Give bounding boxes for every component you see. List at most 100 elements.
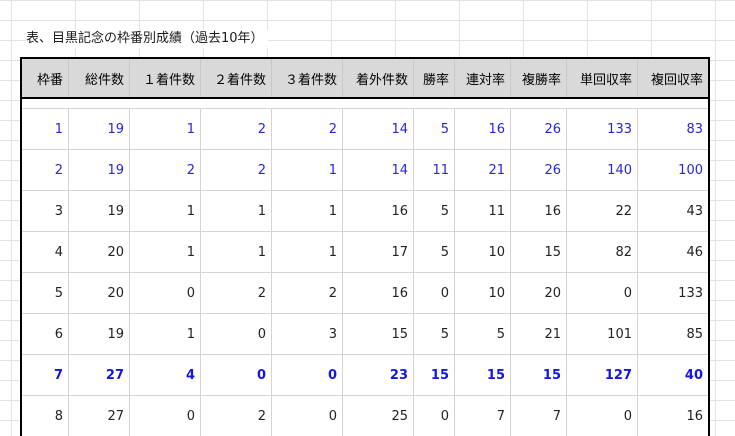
- table-cell[interactable]: 26: [510, 149, 567, 191]
- table-cell[interactable]: 0: [271, 395, 343, 436]
- table-cell[interactable]: 4: [129, 354, 201, 396]
- table-cell[interactable]: 3: [271, 313, 343, 355]
- table-cell[interactable]: 3: [21, 190, 69, 232]
- table-cell[interactable]: 14: [342, 149, 414, 191]
- table-cell[interactable]: 100: [637, 149, 709, 191]
- table-cell[interactable]: 1: [21, 108, 69, 150]
- table-cell[interactable]: 2: [200, 272, 272, 314]
- table-cell[interactable]: 0: [129, 272, 201, 314]
- table-cell[interactable]: 1: [129, 313, 201, 355]
- table-cell[interactable]: 1: [129, 108, 201, 150]
- table-cell[interactable]: 7: [510, 395, 567, 436]
- header-cell[interactable]: 枠番: [21, 58, 69, 99]
- table-cell[interactable]: 16: [342, 272, 414, 314]
- table-cell[interactable]: 6: [21, 313, 69, 355]
- header-cell[interactable]: 勝率: [413, 58, 455, 99]
- table-cell[interactable]: 46: [637, 231, 709, 273]
- table-cell[interactable]: 0: [566, 272, 638, 314]
- table-cell[interactable]: 19: [68, 108, 130, 150]
- table-cell[interactable]: 2: [271, 272, 343, 314]
- table-cell[interactable]: 19: [68, 313, 130, 355]
- table-cell[interactable]: 5: [21, 272, 69, 314]
- table-cell[interactable]: 7: [454, 395, 511, 436]
- table-cell[interactable]: 19: [68, 149, 130, 191]
- table-cell[interactable]: 16: [342, 190, 414, 232]
- table-cell[interactable]: 0: [566, 395, 638, 436]
- table-cell[interactable]: 22: [566, 190, 638, 232]
- table-cell[interactable]: 5: [413, 231, 455, 273]
- table-cell[interactable]: 2: [271, 108, 343, 150]
- table-cell[interactable]: 0: [129, 395, 201, 436]
- spreadsheet-grid[interactable]: 表、目黒記念の枠番別成績（過去10年） 枠番 総件数 １着件数 ２着件数 ３着件…: [0, 0, 735, 436]
- table-cell[interactable]: 101: [566, 313, 638, 355]
- table-cell[interactable]: 23: [342, 354, 414, 396]
- table-cell[interactable]: 1: [200, 190, 272, 232]
- table-cell[interactable]: 1: [200, 231, 272, 273]
- table-cell[interactable]: 1: [271, 149, 343, 191]
- table-cell[interactable]: 4: [21, 231, 69, 273]
- table-cell[interactable]: 0: [271, 354, 343, 396]
- table-cell[interactable]: 1: [129, 231, 201, 273]
- table-cell[interactable]: 5: [413, 108, 455, 150]
- table-cell[interactable]: 7: [21, 354, 69, 396]
- header-cell[interactable]: １着件数: [129, 58, 201, 99]
- table-cell[interactable]: 14: [342, 108, 414, 150]
- table-cell[interactable]: 17: [342, 231, 414, 273]
- table-cell[interactable]: 20: [510, 272, 567, 314]
- table-cell[interactable]: 16: [637, 395, 709, 436]
- table-cell[interactable]: 82: [566, 231, 638, 273]
- table-cell[interactable]: 0: [200, 354, 272, 396]
- table-cell[interactable]: 16: [510, 190, 567, 232]
- table-cell[interactable]: 11: [454, 190, 511, 232]
- table-cell[interactable]: 5: [413, 190, 455, 232]
- table-cell[interactable]: 0: [413, 272, 455, 314]
- table-cell[interactable]: 2: [129, 149, 201, 191]
- header-cell[interactable]: 着外件数: [342, 58, 414, 99]
- table-cell[interactable]: 2: [200, 149, 272, 191]
- table-cell[interactable]: 2: [21, 149, 69, 191]
- table-cell[interactable]: 5: [413, 313, 455, 355]
- table-cell[interactable]: 16: [454, 108, 511, 150]
- header-cell[interactable]: 連対率: [454, 58, 511, 99]
- table-cell[interactable]: 2: [200, 395, 272, 436]
- table-cell[interactable]: 0: [200, 313, 272, 355]
- table-cell[interactable]: 15: [454, 354, 511, 396]
- table-cell[interactable]: 1: [271, 190, 343, 232]
- table-cell[interactable]: 1: [129, 190, 201, 232]
- table-cell[interactable]: 20: [68, 272, 130, 314]
- table-cell[interactable]: 133: [566, 108, 638, 150]
- header-cell[interactable]: ３着件数: [271, 58, 343, 99]
- table-cell[interactable]: 15: [510, 354, 567, 396]
- table-cell[interactable]: 140: [566, 149, 638, 191]
- table-cell[interactable]: 43: [637, 190, 709, 232]
- table-cell[interactable]: 10: [454, 272, 511, 314]
- table-cell[interactable]: 15: [342, 313, 414, 355]
- table-cell[interactable]: 0: [413, 395, 455, 436]
- table-cell[interactable]: 2: [200, 108, 272, 150]
- table-cell[interactable]: 15: [510, 231, 567, 273]
- table-cell[interactable]: 85: [637, 313, 709, 355]
- table-cell[interactable]: 1: [271, 231, 343, 273]
- table-cell[interactable]: 27: [68, 354, 130, 396]
- table-cell[interactable]: 19: [68, 190, 130, 232]
- table-cell[interactable]: 10: [454, 231, 511, 273]
- table-cell[interactable]: 21: [454, 149, 511, 191]
- table-cell[interactable]: 8: [21, 395, 69, 436]
- table-cell[interactable]: 27: [68, 395, 130, 436]
- table-cell[interactable]: 11: [413, 149, 455, 191]
- table-cell[interactable]: 20: [68, 231, 130, 273]
- table-cell[interactable]: 26: [510, 108, 567, 150]
- header-cell[interactable]: 複回収率: [637, 58, 709, 99]
- table-cell[interactable]: 5: [454, 313, 511, 355]
- header-cell[interactable]: 単回収率: [566, 58, 638, 99]
- table-cell[interactable]: 21: [510, 313, 567, 355]
- table-cell[interactable]: 25: [342, 395, 414, 436]
- header-cell[interactable]: 総件数: [68, 58, 130, 99]
- header-cell[interactable]: ２着件数: [200, 58, 272, 99]
- table-cell[interactable]: 127: [566, 354, 638, 396]
- table-cell[interactable]: 15: [413, 354, 455, 396]
- table-cell[interactable]: 40: [637, 354, 709, 396]
- table-cell[interactable]: 83: [637, 108, 709, 150]
- table-cell[interactable]: 133: [637, 272, 709, 314]
- header-cell[interactable]: 複勝率: [510, 58, 567, 99]
